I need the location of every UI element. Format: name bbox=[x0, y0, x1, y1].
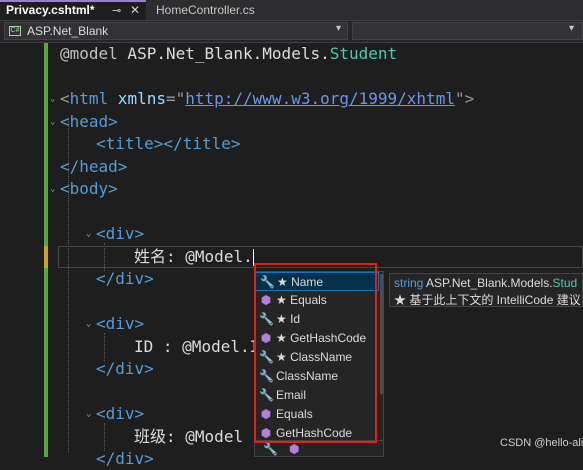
code-line-13: <div> bbox=[96, 314, 145, 333]
pin-icon[interactable]: ⊸ bbox=[112, 3, 121, 19]
code-line-15: </div> bbox=[96, 359, 154, 378]
fold-toggle[interactable]: ⌄ bbox=[50, 94, 58, 104]
filter-methods-icon[interactable]: ⬢ bbox=[289, 442, 299, 456]
document-tab-bar: Privacy.cshtml* ⊸ ✕ HomeController.cs bbox=[0, 0, 583, 21]
code-line-17: <div> bbox=[96, 404, 145, 423]
unsaved-change-marker bbox=[44, 246, 48, 268]
quick-info-tooltip: string ASP.Net_Blank.Models.Stud ★ 基于此上下… bbox=[389, 273, 583, 307]
code-line-3: <html xmlns="http://www.w3.org/1999/xhtm… bbox=[60, 89, 475, 108]
fold-toggle[interactable]: ⌄ bbox=[86, 409, 94, 419]
tooltip-signature: string ASP.Net_Blank.Models.Stud bbox=[394, 276, 578, 290]
code-line-18: 班级: @Model bbox=[134, 427, 244, 446]
tab-homecontroller-cs[interactable]: HomeController.cs bbox=[150, 0, 261, 20]
project-dropdown[interactable]: C# ASP.Net_Blank ▾ bbox=[4, 22, 348, 40]
chevron-down-icon: ▾ bbox=[568, 23, 574, 34]
csharp-project-icon: C# bbox=[9, 26, 21, 36]
fold-toggle[interactable]: ⌄ bbox=[86, 319, 94, 329]
close-icon[interactable]: ✕ bbox=[130, 2, 140, 18]
chevron-down-icon: ▾ bbox=[335, 23, 341, 34]
tab-label: Privacy.cshtml* bbox=[6, 3, 95, 17]
fold-toggle[interactable]: ⌄ bbox=[50, 184, 58, 194]
code-line-9: <div> bbox=[96, 224, 145, 243]
fold-toggle[interactable]: ⌄ bbox=[86, 229, 94, 239]
code-line-1: @model ASP.Net_Blank.Models.Student bbox=[60, 44, 398, 63]
code-line-4: <head> bbox=[60, 112, 118, 131]
annotation-highlight-box bbox=[254, 263, 377, 443]
project-label: ASP.Net_Blank bbox=[27, 24, 109, 38]
code-line-5: <title></title> bbox=[96, 134, 241, 153]
code-line-11: </div> bbox=[96, 269, 154, 288]
tooltip-intellicode-note: ★ 基于此上下文的 IntelliCode 建议 bbox=[394, 293, 581, 307]
member-dropdown[interactable]: ▾ bbox=[352, 22, 583, 40]
tab-privacy-cshtml[interactable]: Privacy.cshtml* ⊸ ✕ bbox=[0, 0, 146, 20]
code-line-19: </div> bbox=[96, 449, 154, 468]
fold-toggle[interactable]: ⌄ bbox=[50, 117, 58, 127]
completion-scrollbar[interactable] bbox=[380, 274, 383, 394]
indent-guide bbox=[104, 423, 105, 451]
xmlns-link[interactable]: http://www.w3.org/1999/xhtml bbox=[185, 89, 455, 108]
code-line-14: ID : @Model.I bbox=[134, 337, 260, 356]
filter-properties-icon[interactable]: 🔧 bbox=[263, 442, 278, 456]
code-line-6: </head> bbox=[60, 157, 128, 176]
watermark: CSDN @hello-alien bbox=[500, 437, 583, 449]
code-line-7: <body> bbox=[60, 179, 118, 198]
completion-filter-bar: 🔧 ⬢ bbox=[254, 441, 384, 457]
indent-guide bbox=[104, 333, 105, 361]
navigation-bar: C# ASP.Net_Blank ▾ ▾ bbox=[0, 21, 583, 43]
code-line-10: 姓名: @Model. bbox=[134, 247, 254, 266]
tab-label: HomeController.cs bbox=[156, 3, 255, 17]
